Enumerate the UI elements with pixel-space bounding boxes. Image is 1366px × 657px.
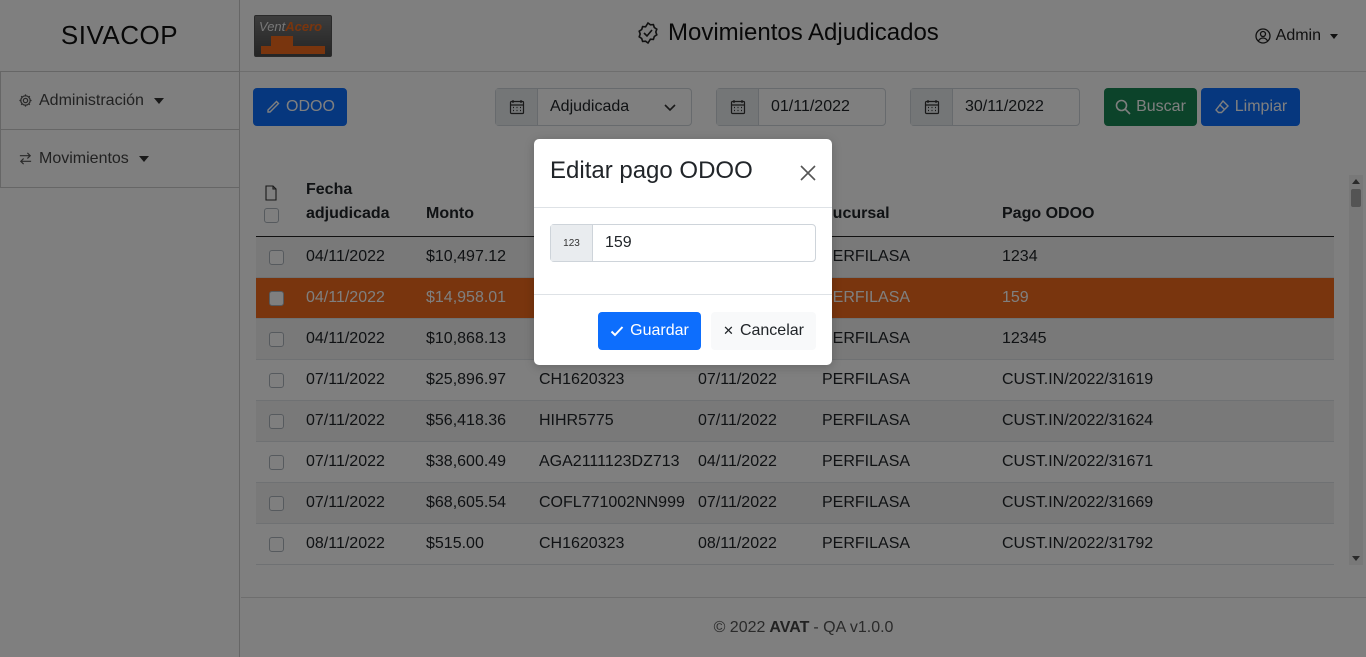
- edit-odoo-modal: Editar pago ODOO 123 159 Guardar ✕ Cance…: [534, 139, 832, 365]
- cancel-button[interactable]: ✕ Cancelar: [711, 312, 816, 350]
- x-icon: ✕: [723, 323, 734, 338]
- close-icon[interactable]: [798, 163, 818, 183]
- modal-title: Editar pago ODOO: [550, 157, 753, 184]
- save-button[interactable]: Guardar: [598, 312, 701, 350]
- check-icon: [610, 326, 624, 337]
- numeric-icon: 123: [551, 225, 593, 261]
- odoo-payment-field: 123 159: [550, 224, 816, 262]
- odoo-payment-input[interactable]: 159: [593, 225, 815, 261]
